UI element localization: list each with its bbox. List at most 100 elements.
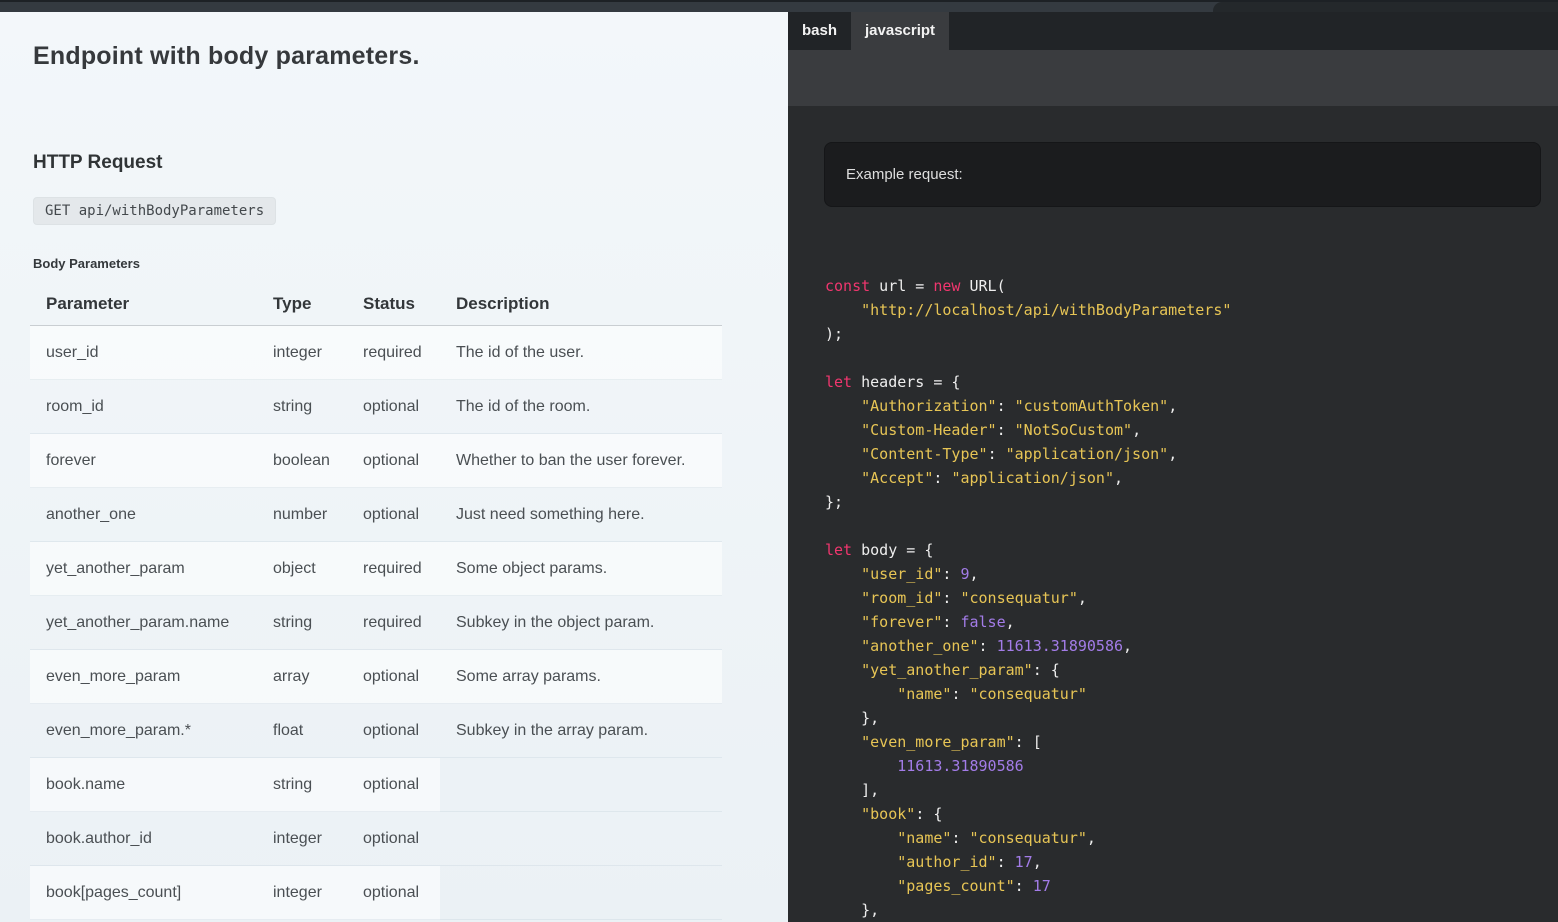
parameter-cell: yet_another_param.name xyxy=(30,596,257,650)
code-line: let body = { xyxy=(825,538,1546,562)
code-line: "http://localhost/api/withBodyParameters… xyxy=(825,298,1546,322)
parameter-cell: even_more_param xyxy=(30,650,257,704)
status-cell: required xyxy=(347,326,440,380)
status-cell: optional xyxy=(347,650,440,704)
table-row: yet_another_param.namestringrequiredSubk… xyxy=(30,596,722,650)
docs-content-panel: Endpoint with body parameters. HTTP Requ… xyxy=(0,12,788,922)
code-line: let headers = { xyxy=(825,370,1546,394)
table-row: room_idstringoptionalThe id of the room. xyxy=(30,380,722,434)
parameter-cell: user_id xyxy=(30,326,257,380)
column-header-status: Status xyxy=(347,288,440,326)
code-line xyxy=(825,346,1546,370)
table-row: book.namestringoptional xyxy=(30,758,722,812)
description-cell: Some object params. xyxy=(440,542,722,596)
column-header-description: Description xyxy=(440,288,722,326)
parameter-cell: room_id xyxy=(30,380,257,434)
description-cell xyxy=(440,812,722,866)
table-row: another_onenumberoptionalJust need somet… xyxy=(30,488,722,542)
example-request-label: Example request: xyxy=(846,166,963,183)
top-strip-right-segment xyxy=(1213,2,1558,12)
code-line: }, xyxy=(825,706,1546,730)
column-header-parameter: Parameter xyxy=(30,288,257,326)
type-cell: number xyxy=(257,488,347,542)
description-cell xyxy=(440,758,722,812)
code-line: ], xyxy=(825,778,1546,802)
description-cell: The id of the room. xyxy=(440,380,722,434)
body-parameters-rows: user_idintegerrequiredThe id of the user… xyxy=(30,326,722,920)
code-line: "another_one": 11613.31890586, xyxy=(825,634,1546,658)
column-header-type: Type xyxy=(257,288,347,326)
code-line: "even_more_param": [ xyxy=(825,730,1546,754)
page-title: Endpoint with body parameters. xyxy=(33,42,420,71)
parameter-cell: book.name xyxy=(30,758,257,812)
language-tab-bar: bash javascript xyxy=(788,12,1558,50)
code-line: }; xyxy=(825,490,1546,514)
type-cell: integer xyxy=(257,812,347,866)
status-cell: optional xyxy=(347,488,440,542)
description-cell: Just need something here. xyxy=(440,488,722,542)
parameter-cell: book[pages_count] xyxy=(30,866,257,920)
description-cell: Some array params. xyxy=(440,650,722,704)
type-cell: string xyxy=(257,380,347,434)
tab-javascript[interactable]: javascript xyxy=(851,12,949,50)
table-header-row: Parameter Type Status Description xyxy=(30,288,722,326)
code-line: 11613.31890586 xyxy=(825,754,1546,778)
status-cell: optional xyxy=(347,758,440,812)
endpoint-method-path: GET api/withBodyParameters xyxy=(33,197,276,225)
description-cell: The id of the user. xyxy=(440,326,722,380)
type-cell: integer xyxy=(257,866,347,920)
table-row: book[pages_count]integeroptional xyxy=(30,866,722,920)
parameter-cell: another_one xyxy=(30,488,257,542)
code-line: "Custom-Header": "NotSoCustom", xyxy=(825,418,1546,442)
code-line: "author_id": 17, xyxy=(825,850,1546,874)
code-line: "Accept": "application/json", xyxy=(825,466,1546,490)
description-cell: Subkey in the array param. xyxy=(440,704,722,758)
table-row: user_idintegerrequiredThe id of the user… xyxy=(30,326,722,380)
type-cell: boolean xyxy=(257,434,347,488)
description-cell xyxy=(440,866,722,920)
type-cell: float xyxy=(257,704,347,758)
code-line: "Content-Type": "application/json", xyxy=(825,442,1546,466)
code-line: "book": { xyxy=(825,802,1546,826)
body-parameters-table: Parameter Type Status Description user_i… xyxy=(30,288,722,920)
code-line xyxy=(825,514,1546,538)
tab-bar-band xyxy=(788,50,1558,106)
code-line: "room_id": "consequatur", xyxy=(825,586,1546,610)
table-row: even_more_param.*floatoptionalSubkey in … xyxy=(30,704,722,758)
code-line: ); xyxy=(825,322,1546,346)
status-cell: optional xyxy=(347,380,440,434)
code-line: "forever": false, xyxy=(825,610,1546,634)
status-cell: optional xyxy=(347,866,440,920)
type-cell: string xyxy=(257,758,347,812)
tab-bash[interactable]: bash xyxy=(788,12,851,50)
top-strip xyxy=(0,0,1558,12)
parameter-cell: book.author_id xyxy=(30,812,257,866)
code-line: "pages_count": 17 xyxy=(825,874,1546,898)
table-row: foreverbooleanoptionalWhether to ban the… xyxy=(30,434,722,488)
description-cell: Subkey in the object param. xyxy=(440,596,722,650)
status-cell: optional xyxy=(347,812,440,866)
type-cell: integer xyxy=(257,326,347,380)
type-cell: array xyxy=(257,650,347,704)
parameter-cell: forever xyxy=(30,434,257,488)
table-row: yet_another_paramobjectrequiredSome obje… xyxy=(30,542,722,596)
status-cell: optional xyxy=(347,704,440,758)
parameter-cell: even_more_param.* xyxy=(30,704,257,758)
code-line: "user_id": 9, xyxy=(825,562,1546,586)
body-parameters-label: Body Parameters xyxy=(33,256,140,271)
status-cell: required xyxy=(347,596,440,650)
code-line: "yet_another_param": { xyxy=(825,658,1546,682)
code-block: const url = new URL( "http://localhost/a… xyxy=(825,274,1546,922)
status-cell: optional xyxy=(347,434,440,488)
code-line: }, xyxy=(825,898,1546,922)
code-examples-panel: bash javascript Example request: const u… xyxy=(788,12,1558,922)
type-cell: object xyxy=(257,542,347,596)
example-request-box: Example request: xyxy=(824,142,1541,207)
code-line: "name": "consequatur", xyxy=(825,826,1546,850)
code-line: "Authorization": "customAuthToken", xyxy=(825,394,1546,418)
code-line: const url = new URL( xyxy=(825,274,1546,298)
code-line: "name": "consequatur" xyxy=(825,682,1546,706)
table-row: even_more_paramarrayoptionalSome array p… xyxy=(30,650,722,704)
http-request-heading: HTTP Request xyxy=(33,152,163,174)
table-row: book.author_idintegeroptional xyxy=(30,812,722,866)
